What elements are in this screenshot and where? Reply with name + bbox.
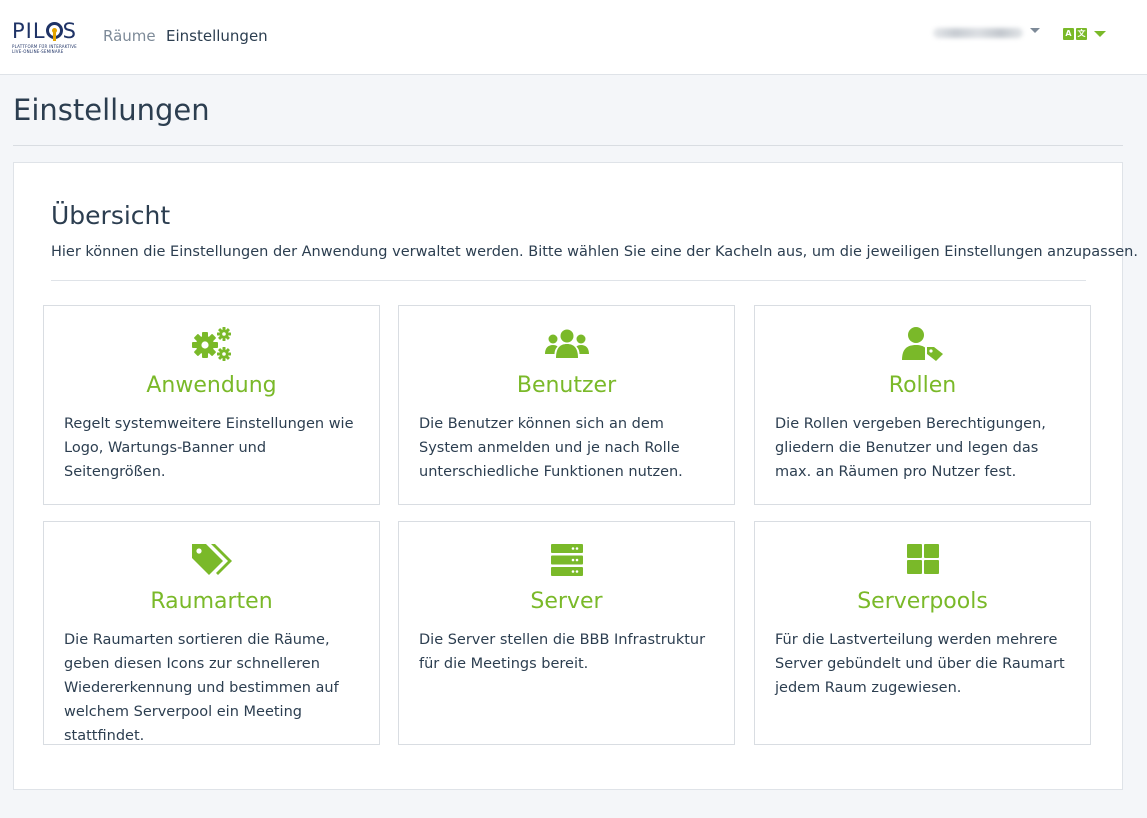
users-icon xyxy=(399,326,734,366)
tile-title: Server xyxy=(530,589,603,614)
tile-title: Anwendung xyxy=(146,373,277,398)
navbar: PIL S PLATTFORM FÜR INTERAKTIVE LIVE-ONLI… xyxy=(0,0,1147,75)
nav-link-rooms[interactable]: Räume xyxy=(103,26,156,46)
logo-subtitle: PLATTFORM FÜR INTERAKTIVE LIVE-ONLINE-SE… xyxy=(12,44,77,54)
tile-title: Serverpools xyxy=(857,589,988,614)
chevron-down-icon xyxy=(1030,28,1040,33)
user-tag-icon xyxy=(755,326,1090,366)
tags-icon xyxy=(44,542,379,582)
th-large-icon xyxy=(755,542,1090,582)
user-name-blurred xyxy=(933,28,1023,38)
pilos-logo[interactable]: PIL S PLATTFORM FÜR INTERAKTIVE LIVE-ONLI… xyxy=(12,19,82,55)
title-divider xyxy=(13,145,1123,146)
tile-title: Raumarten xyxy=(150,589,273,614)
tile-users[interactable]: Benutzer Die Benutzer können sich an dem… xyxy=(398,305,735,505)
tile-description: Die Rollen vergeben Berechtigungen, glie… xyxy=(775,416,1046,480)
tile-application[interactable]: Anwendung Regelt systemweitere Einstellu… xyxy=(43,305,380,505)
cogs-icon xyxy=(44,326,379,366)
server-icon xyxy=(399,542,734,582)
tile-title: Rollen xyxy=(888,373,957,398)
tile-description: Regelt systemweitere Einstellungen wie L… xyxy=(64,416,354,480)
overview-title: Übersicht xyxy=(51,201,171,230)
tile-description: Für die Lastverteilung werden mehrere Se… xyxy=(775,632,1065,696)
language-selector[interactable]: A 文 xyxy=(1063,27,1107,43)
user-menu-dropdown[interactable] xyxy=(933,24,1043,44)
overview-description: Hier können die Einstellungen der Anwend… xyxy=(51,244,1138,260)
nav-link-settings[interactable]: Einstellungen xyxy=(166,26,268,46)
tile-servers[interactable]: Server Die Server stellen die BBB Infras… xyxy=(398,521,735,745)
overview-divider xyxy=(51,280,1086,281)
tile-description: Die Raumarten sortieren die Räume, geben… xyxy=(64,632,339,744)
settings-overview-card: Übersicht Hier können die Einstellungen … xyxy=(13,162,1138,790)
tile-description: Die Server stellen die BBB Infrastruktur… xyxy=(419,632,706,672)
logo-wordmark: PIL S xyxy=(12,19,77,43)
page-title: Einstellungen xyxy=(13,93,210,127)
tile-title: Benutzer xyxy=(516,373,617,398)
tile-room-types[interactable]: Raumarten Die Raumarten sortieren die Rä… xyxy=(43,521,380,745)
tile-roles[interactable]: Rollen Die Rollen vergeben Berechtigunge… xyxy=(754,305,1091,505)
language-icon: A 文 xyxy=(1063,27,1089,41)
tile-description: Die Benutzer können sich an dem System a… xyxy=(419,416,683,480)
chevron-down-icon xyxy=(1094,31,1106,37)
tile-server-pools[interactable]: Serverpools Für die Lastverteilung werde… xyxy=(754,521,1091,745)
